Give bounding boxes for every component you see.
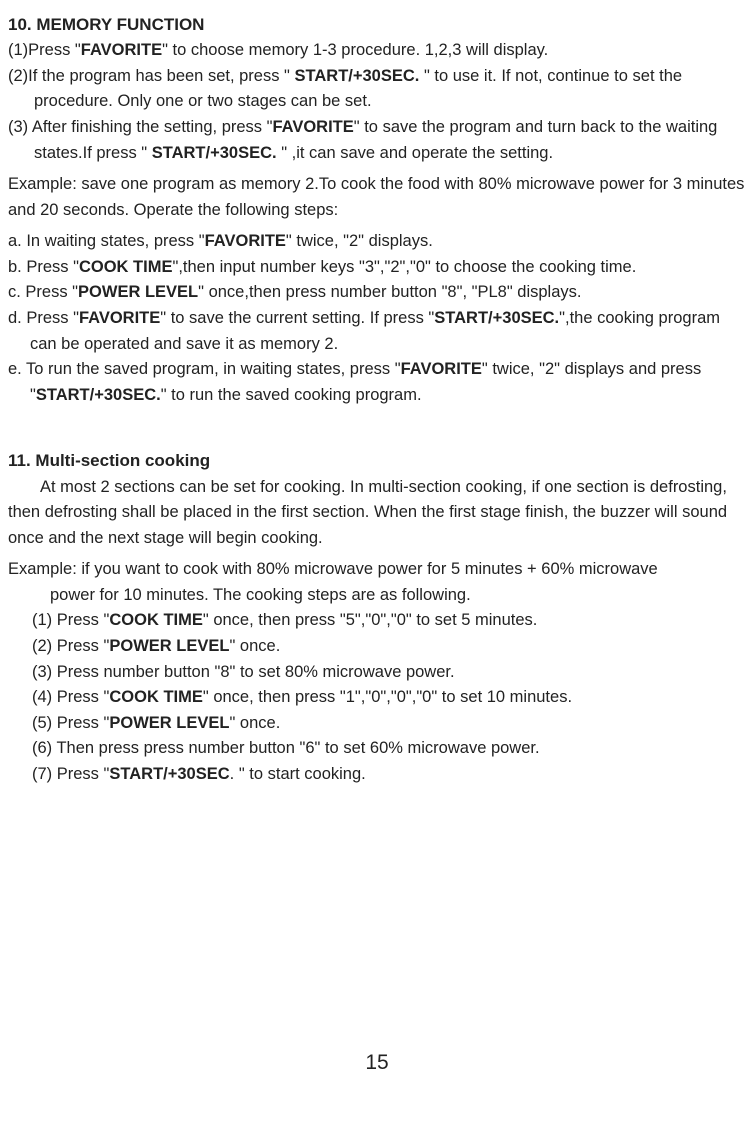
section-10-step-b: b. Press "COOK TIME",then input number k… <box>8 255 746 281</box>
section-11-step-3: (3) Press number button "8" to set 80% m… <box>8 660 746 686</box>
section-10-item-3: (3) After finishing the setting, press "… <box>8 115 746 166</box>
section-11-step-6: (6) Then press press number button "6" t… <box>8 736 746 762</box>
section-10-step-e: e. To run the saved program, in waiting … <box>8 357 746 408</box>
section-11-heading: 11. Multi-section cooking <box>8 448 746 474</box>
section-11-step-7: (7) Press "START/+30SEC. " to start cook… <box>8 762 746 788</box>
section-11-example-intro: Example: if you want to cook with 80% mi… <box>8 557 746 608</box>
section-10-heading: 10. MEMORY FUNCTION <box>8 12 746 38</box>
page-number: 15 <box>8 1047 746 1080</box>
section-10-step-d: d. Press "FAVORITE" to save the current … <box>8 306 746 357</box>
section-10-example-intro: Example: save one program as memory 2.To… <box>8 172 746 223</box>
section-10-item-2: (2)If the program has been set, press " … <box>8 64 746 115</box>
section-11-intro: At most 2 sections can be set for cookin… <box>8 475 746 552</box>
section-11-step-4: (4) Press "COOK TIME" once, then press "… <box>8 685 746 711</box>
section-10-item-1: (1)Press "FAVORITE" to choose memory 1-3… <box>8 38 746 64</box>
section-11-step-1: (1) Press "COOK TIME" once, then press "… <box>8 608 746 634</box>
section-11-step-2: (2) Press "POWER LEVEL" once. <box>8 634 746 660</box>
section-10-step-a: a. In waiting states, press "FAVORITE" t… <box>8 229 746 255</box>
section-10-step-c: c. Press "POWER LEVEL" once,then press n… <box>8 280 746 306</box>
section-11-step-5: (5) Press "POWER LEVEL" once. <box>8 711 746 737</box>
